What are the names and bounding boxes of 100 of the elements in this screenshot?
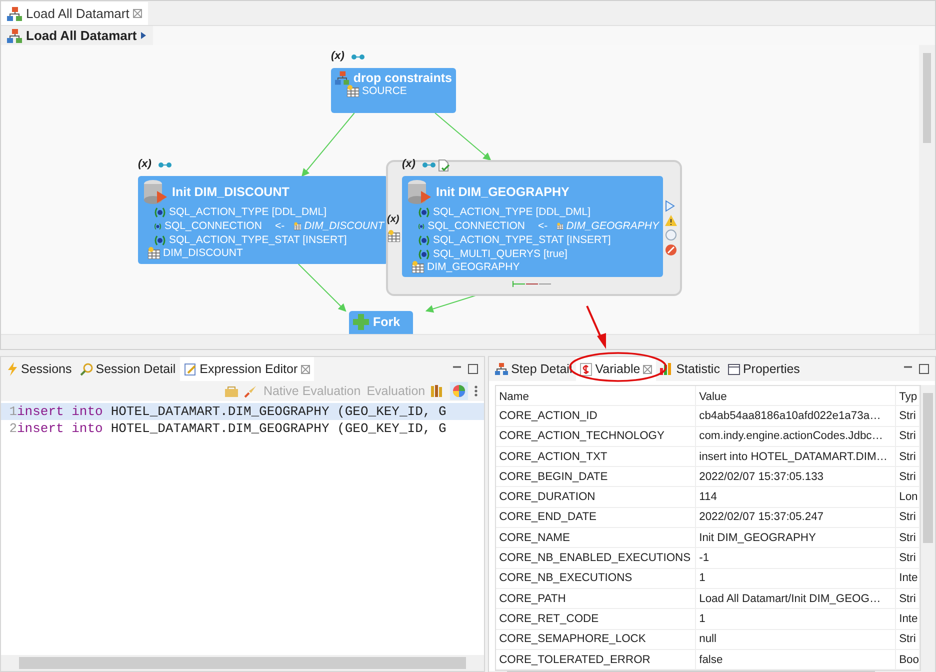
parameter-text: SQL_MULTI_QUERYS [true] [433, 248, 568, 260]
lightning-icon [7, 362, 18, 376]
table-icon [148, 247, 160, 259]
column-header[interactable]: Typ [896, 386, 920, 408]
table-cell: Stri [896, 588, 920, 608]
arrow-text: <- [274, 220, 285, 232]
pencil-icon [184, 362, 197, 376]
code-editor[interactable]: 1insert into HOTEL_DATAMART.DIM_GEOGRAPHY (GEO_KEY_ID, G 2insert into HOTEL_DATAMART.DIM_GEOGRAPHY (GEO_KEY_ID, G [1, 401, 484, 655]
column-header[interactable]: Name [496, 386, 696, 408]
parameter-text: SQL_ACTION_TYPE_STAT [INSERT] [433, 234, 611, 246]
table-cell: CORE_TOLERATED_ERROR [496, 650, 696, 670]
panel-tab[interactable]: Variable [576, 357, 656, 381]
table-cell: 114 [696, 487, 896, 507]
table-cell: Stri [896, 426, 920, 446]
variable-label: (x) [138, 158, 152, 170]
table-cell: CORE_SEMAPHORE_LOCK [496, 630, 696, 649]
maximize-icon[interactable] [919, 364, 929, 374]
annotation-arrow [586, 306, 606, 349]
variable-icon [418, 206, 430, 218]
variable-label: (x) [387, 214, 400, 225]
panel-tab[interactable]: Step Detail [491, 357, 576, 381]
window-icon [728, 364, 740, 374]
dollar-icon [580, 362, 592, 376]
table-cell: Inte [896, 568, 920, 588]
table-cell: Stri [896, 406, 920, 426]
plus-icon [353, 314, 369, 330]
table-cell: 2022/02/07 15:37:05.133 [696, 467, 896, 486]
parameter-text: SQL_CONNECTION [164, 220, 262, 232]
bar-chart-icon [660, 363, 674, 375]
lock-icon[interactable] [225, 385, 238, 397]
connector-icon [158, 162, 172, 168]
table-cell: 2022/02/07 15:37:05.247 [696, 508, 896, 528]
line-number: 2 [8, 421, 17, 436]
table-cell: Load All Datamart/Init DIM_GEOG… [696, 588, 896, 608]
link-arrows-icon [512, 281, 552, 287]
variable-icon [418, 248, 430, 260]
variable-icon [418, 234, 430, 246]
connector-icon [351, 54, 365, 60]
flow-icon [7, 6, 22, 20]
table-cell: Lon [896, 487, 920, 507]
vertical-scrollbar[interactable] [921, 385, 935, 672]
color-wheel-icon[interactable] [450, 382, 468, 400]
horizontal-scrollbar[interactable] [1, 334, 935, 349]
node-title: Init DIM_GEOGRAPHY [436, 185, 570, 199]
horizontal-scrollbar[interactable] [1, 655, 484, 671]
target-text: SOURCE [362, 85, 407, 97]
node-title: Fork [373, 315, 400, 329]
connector-icon [422, 162, 436, 168]
caret-icon[interactable] [140, 32, 146, 39]
connector-arrow [298, 264, 346, 312]
panel-tab[interactable]: Expression Editor [180, 357, 314, 381]
editor-tab[interactable]: Load All Datamart [1, 2, 148, 25]
books-icon[interactable] [431, 385, 444, 397]
table-cell: com.indy.engine.actionCodes.Jdbc… [696, 426, 896, 446]
column-header[interactable]: Value [696, 386, 896, 408]
table-cell: -1 [696, 548, 896, 568]
database-icon [406, 179, 432, 205]
panel-tab[interactable]: Statistic [656, 357, 724, 381]
target-text: DIM_DISCOUNT [163, 247, 243, 259]
table-cell: Stri [896, 548, 920, 568]
table-icon [347, 85, 359, 97]
document-check-icon [438, 159, 450, 172]
table-cell: 1 [696, 568, 896, 588]
code-text: HOTEL_DATAMART.DIM_GEOGRAPHY (GEO_KEY_ID, G [110, 421, 446, 436]
flow-icon [7, 28, 22, 42]
warning-icon[interactable] [665, 215, 677, 226]
table-cell: CORE_END_DATE [496, 508, 696, 528]
table-cell: Stri [896, 446, 920, 466]
code-keyword: insert into [17, 404, 103, 419]
connector-arrow [434, 112, 492, 161]
table-cell: CORE_PATH [496, 588, 696, 608]
vertical-scrollbar[interactable] [919, 45, 935, 334]
maximize-icon[interactable] [468, 364, 478, 374]
line-number: 1 [8, 404, 17, 419]
parameter-text: SQL_ACTION_TYPE [DDL_DML] [169, 206, 327, 218]
more-icon[interactable] [474, 385, 478, 397]
table-icon [294, 220, 302, 232]
table-cell: null [696, 630, 896, 649]
panel-tab[interactable]: Sessions [3, 357, 76, 381]
table-cell: CORE_BEGIN_DATE [496, 467, 696, 486]
close-icon[interactable] [300, 364, 310, 374]
table-cell: Stri [896, 528, 920, 548]
panel-tab[interactable]: Properties [724, 357, 804, 381]
table-cell: CORE_ACTION_TECHNOLOGY [496, 426, 696, 446]
panel-tab[interactable]: Session Detail [76, 357, 180, 381]
grid-icon [388, 230, 400, 242]
steps-icon [495, 363, 508, 375]
table-cell: CORE_NB_EXECUTIONS [496, 568, 696, 588]
table-cell: Boo [896, 650, 920, 670]
close-icon[interactable] [643, 364, 652, 374]
parameter-text: SQL_CONNECTION [428, 220, 525, 232]
table-cell: CORE_DURATION [496, 487, 696, 507]
stop-icon[interactable] [665, 244, 677, 256]
variable-label: (x) [331, 50, 344, 62]
table-cell: CORE_ACTION_ID [496, 406, 696, 426]
parameter-link: DIM_DISCOUNT [304, 220, 384, 232]
parameter-link: DIM_GEOGRAPHY [566, 220, 659, 232]
table-cell: Stri [896, 630, 920, 649]
table-cell: cb4ab54aa8186a10afd022e1a73a… [696, 406, 896, 426]
close-icon[interactable] [133, 9, 142, 18]
